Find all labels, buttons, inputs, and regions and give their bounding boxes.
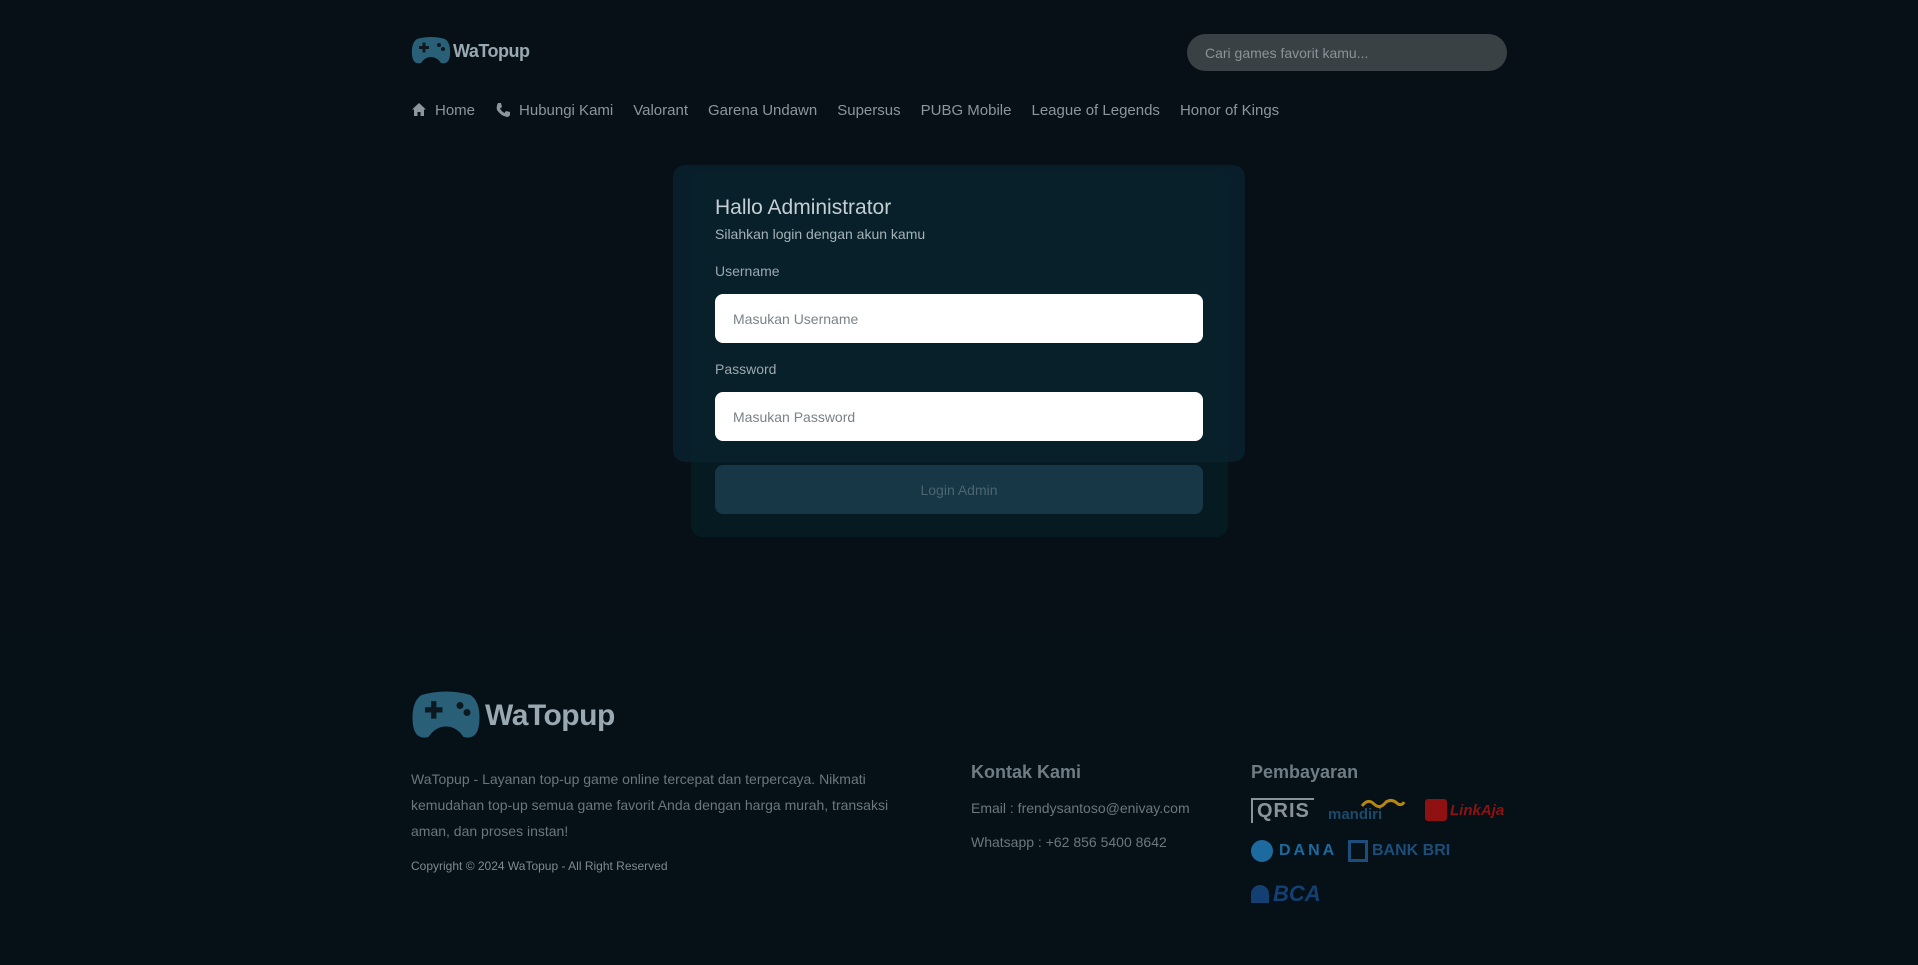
header-logo-text: WaTopup: [453, 40, 530, 61]
bca-logo-text: BCA: [1273, 881, 1321, 906]
login-subtitle: Silahkan login dengan akun kamu: [715, 226, 926, 242]
nav-item-label: Hubungi Kami: [519, 101, 614, 119]
mandiri-logo: mandiri: [1328, 798, 1406, 823]
password-input[interactable]: [715, 392, 1203, 441]
linkaja-logo: LinkAja: [1425, 799, 1504, 821]
footer-about: WaTopup - Layanan top-up game online ter…: [411, 771, 889, 839]
footer-logo-text: WaTopup: [485, 699, 615, 732]
mandiri-wave-icon: [1360, 798, 1406, 809]
nav-item-league-of-legends[interactable]: League of Legends: [1031, 102, 1159, 119]
home-icon: [412, 103, 426, 116]
phone-icon: [496, 103, 511, 117]
nav-item-label: Supersus: [837, 101, 901, 119]
login-title: Hallo Administrator: [715, 196, 892, 219]
password-label: Password: [715, 361, 777, 377]
payment-title: Pembayaran: [1251, 762, 1359, 782]
bri-logo: BANK BRI: [1348, 840, 1450, 862]
nav-item-home[interactable]: Home: [411, 102, 475, 119]
nav-item-label: Home: [435, 101, 476, 119]
bca-logo: BCA: [1251, 881, 1321, 907]
contact-whatsapp[interactable]: Whatsapp : +62 856 5400 8642: [971, 834, 1167, 850]
linkaja-logo-text: LinkAja: [1450, 801, 1505, 819]
nav-item-label: League of Legends: [1031, 101, 1160, 119]
contact-title: Kontak Kami: [971, 762, 1082, 782]
linkaja-badge-icon: [1425, 799, 1447, 821]
qris-logo-text: QRIS: [1251, 798, 1314, 823]
nav-item-pubg-mobile[interactable]: PUBG Mobile: [921, 102, 1012, 119]
bri-mark-icon: [1348, 840, 1368, 862]
gamepad-logo-icon: [411, 37, 451, 64]
username-input[interactable]: [715, 294, 1203, 343]
qris-logo: QRIS: [1251, 798, 1314, 823]
nav-item-garena-undawn[interactable]: Garena Undawn: [708, 102, 817, 119]
nav-item-valorant[interactable]: Valorant: [633, 102, 688, 119]
nav-item-label: Valorant: [633, 101, 688, 119]
nav-item-label: Garena Undawn: [708, 101, 818, 119]
nav-item-label: PUBG Mobile: [920, 101, 1012, 119]
header-logo[interactable]: WaTopup: [411, 35, 530, 67]
username-label: Username: [715, 263, 780, 279]
dana-logo-text: DANA: [1279, 842, 1338, 859]
bca-mark-icon: [1251, 885, 1269, 903]
nav-item-supersus[interactable]: Supersus: [837, 102, 900, 119]
main-nav: Home Hubungi Kami Valorant Garena Undawn…: [411, 98, 1507, 122]
header: WaTopup: [411, 30, 1507, 74]
nav-item-honor-of-kings[interactable]: Honor of Kings: [1180, 102, 1279, 119]
nav-item-label: Honor of Kings: [1179, 101, 1280, 119]
copyright-text: Copyright © 2024 WaTopup - All Right Res…: [411, 859, 668, 873]
dana-logo: DANA: [1251, 840, 1337, 862]
bri-logo-text: BANK BRI: [1372, 842, 1451, 859]
gamepad-logo-icon: [412, 691, 480, 738]
dana-circle-icon: [1251, 840, 1273, 862]
login-admin-button[interactable]: Login Admin: [715, 465, 1203, 514]
nav-item-hubungi-kami[interactable]: Hubungi Kami: [495, 102, 613, 119]
search-input[interactable]: [1187, 34, 1507, 71]
footer-logo[interactable]: WaTopup: [411, 688, 615, 744]
contact-email[interactable]: Email : frendysantoso@enivay.com: [971, 800, 1190, 816]
footer: [0, 632, 1918, 965]
